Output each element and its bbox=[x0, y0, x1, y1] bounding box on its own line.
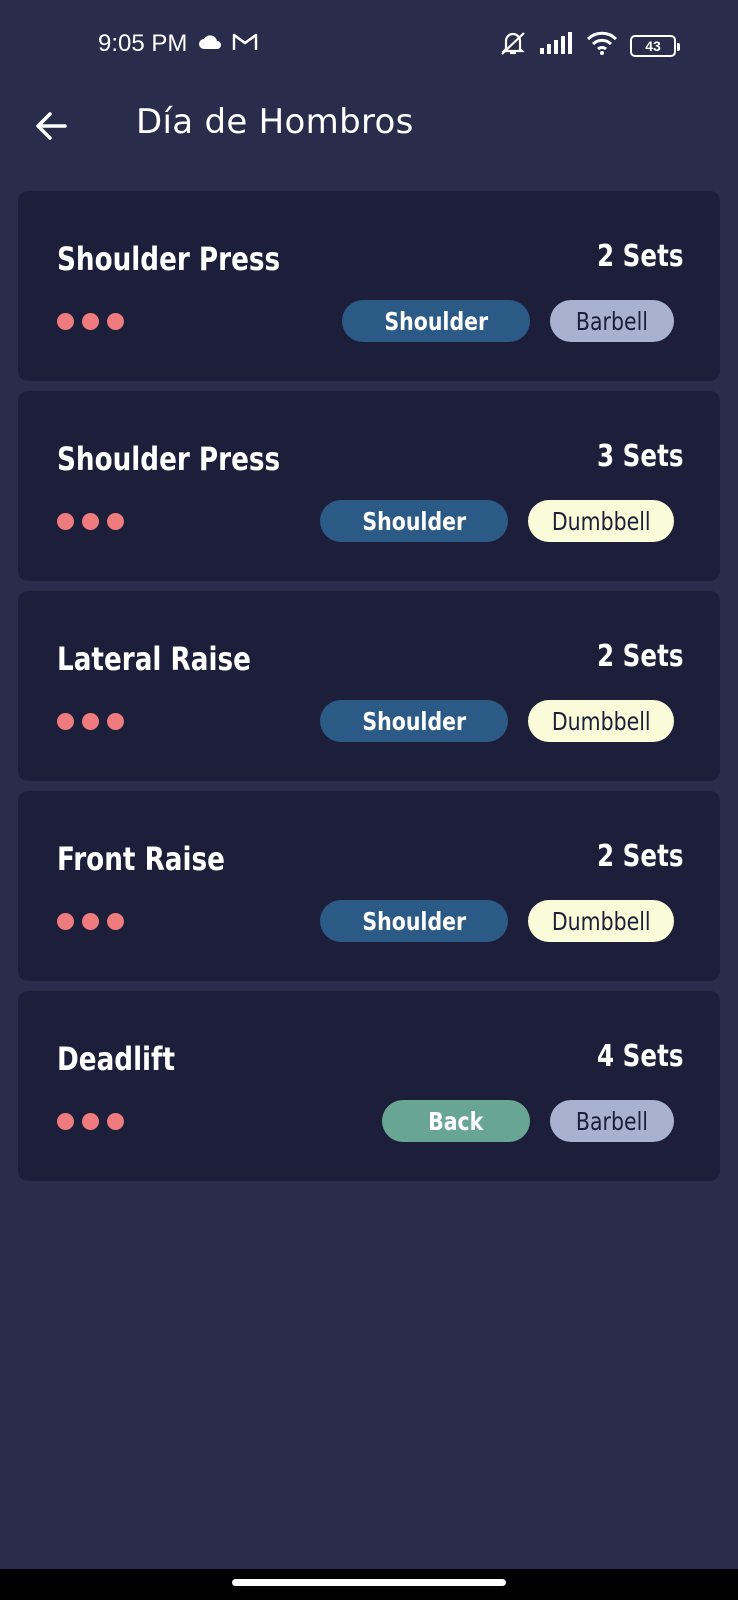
status-bar: 9:05 PM 43 bbox=[0, 0, 738, 88]
dot bbox=[82, 913, 99, 930]
dot bbox=[82, 513, 99, 530]
muscle-tag: Shoulder bbox=[320, 700, 508, 742]
status-left-icons bbox=[198, 32, 258, 57]
tags: Shoulder Barbell bbox=[342, 300, 674, 342]
app-bar: Día de Hombros bbox=[0, 88, 738, 188]
tags: Shoulder Dumbbell bbox=[320, 700, 674, 742]
exercise-card[interactable]: Shoulder Press 3 Sets Shoulder Dumbbell bbox=[18, 391, 720, 581]
muscle-tag: Shoulder bbox=[320, 500, 508, 542]
dot bbox=[57, 313, 74, 330]
exercise-name: Lateral Raise bbox=[57, 640, 251, 678]
muscle-tag: Shoulder bbox=[342, 300, 530, 342]
dot bbox=[82, 313, 99, 330]
dot bbox=[82, 1113, 99, 1130]
exercise-name: Deadlift bbox=[57, 1040, 176, 1078]
dot bbox=[107, 513, 124, 530]
dots-indicator bbox=[57, 1113, 124, 1130]
exercise-sets: 2 Sets bbox=[596, 839, 683, 874]
exercise-name: Shoulder Press bbox=[57, 240, 281, 278]
dot bbox=[57, 913, 74, 930]
dot bbox=[82, 713, 99, 730]
exercise-sets: 2 Sets bbox=[596, 639, 683, 674]
back-button[interactable] bbox=[30, 104, 74, 148]
tags: Shoulder Dumbbell bbox=[320, 900, 674, 942]
equipment-tag: Dumbbell bbox=[528, 500, 674, 542]
equipment-tag: Dumbbell bbox=[528, 700, 674, 742]
wifi-icon bbox=[586, 31, 618, 60]
exercise-card[interactable]: Lateral Raise 2 Sets Shoulder Dumbbell bbox=[18, 591, 720, 781]
muscle-tag: Back bbox=[382, 1100, 530, 1142]
arrow-left-icon bbox=[30, 112, 74, 152]
equipment-tag: Dumbbell bbox=[528, 900, 674, 942]
tags: Back Barbell bbox=[382, 1100, 674, 1142]
gmail-icon bbox=[232, 32, 258, 57]
dot bbox=[107, 1113, 124, 1130]
dots-indicator bbox=[57, 513, 124, 530]
status-time: 9:05 PM bbox=[98, 30, 188, 57]
dot bbox=[57, 513, 74, 530]
exercise-sets: 3 Sets bbox=[596, 439, 683, 474]
dots-indicator bbox=[57, 713, 124, 730]
dots-indicator bbox=[57, 313, 124, 330]
home-indicator[interactable] bbox=[232, 1579, 506, 1586]
dot bbox=[57, 1113, 74, 1130]
dot bbox=[107, 313, 124, 330]
tags: Shoulder Dumbbell bbox=[320, 500, 674, 542]
signal-icon bbox=[540, 32, 574, 59]
dot bbox=[107, 913, 124, 930]
exercise-sets: 4 Sets bbox=[596, 1039, 683, 1074]
exercise-name: Shoulder Press bbox=[57, 440, 281, 478]
screen: 9:05 PM 43 Día de Hombros Shoulder Press… bbox=[0, 0, 738, 1600]
status-right-icons: 43 bbox=[498, 30, 680, 61]
dot bbox=[107, 713, 124, 730]
silent-icon bbox=[498, 30, 528, 61]
dots-indicator bbox=[57, 913, 124, 930]
exercise-card[interactable]: Deadlift 4 Sets Back Barbell bbox=[18, 991, 720, 1181]
exercise-name: Front Raise bbox=[57, 840, 225, 878]
page-title: Día de Hombros bbox=[136, 102, 414, 142]
equipment-tag: Barbell bbox=[550, 1100, 674, 1142]
muscle-tag: Shoulder bbox=[320, 900, 508, 942]
cloud-icon bbox=[198, 34, 222, 55]
exercise-card[interactable]: Front Raise 2 Sets Shoulder Dumbbell bbox=[18, 791, 720, 981]
navigation-bar bbox=[0, 1569, 738, 1600]
dot bbox=[57, 713, 74, 730]
exercise-card[interactable]: Shoulder Press 2 Sets Shoulder Barbell bbox=[18, 191, 720, 381]
battery-icon: 43 bbox=[630, 34, 680, 57]
exercise-sets: 2 Sets bbox=[596, 239, 683, 274]
equipment-tag: Barbell bbox=[550, 300, 674, 342]
exercise-list: Shoulder Press 2 Sets Shoulder Barbell S… bbox=[18, 191, 720, 1191]
battery-level: 43 bbox=[645, 37, 661, 54]
